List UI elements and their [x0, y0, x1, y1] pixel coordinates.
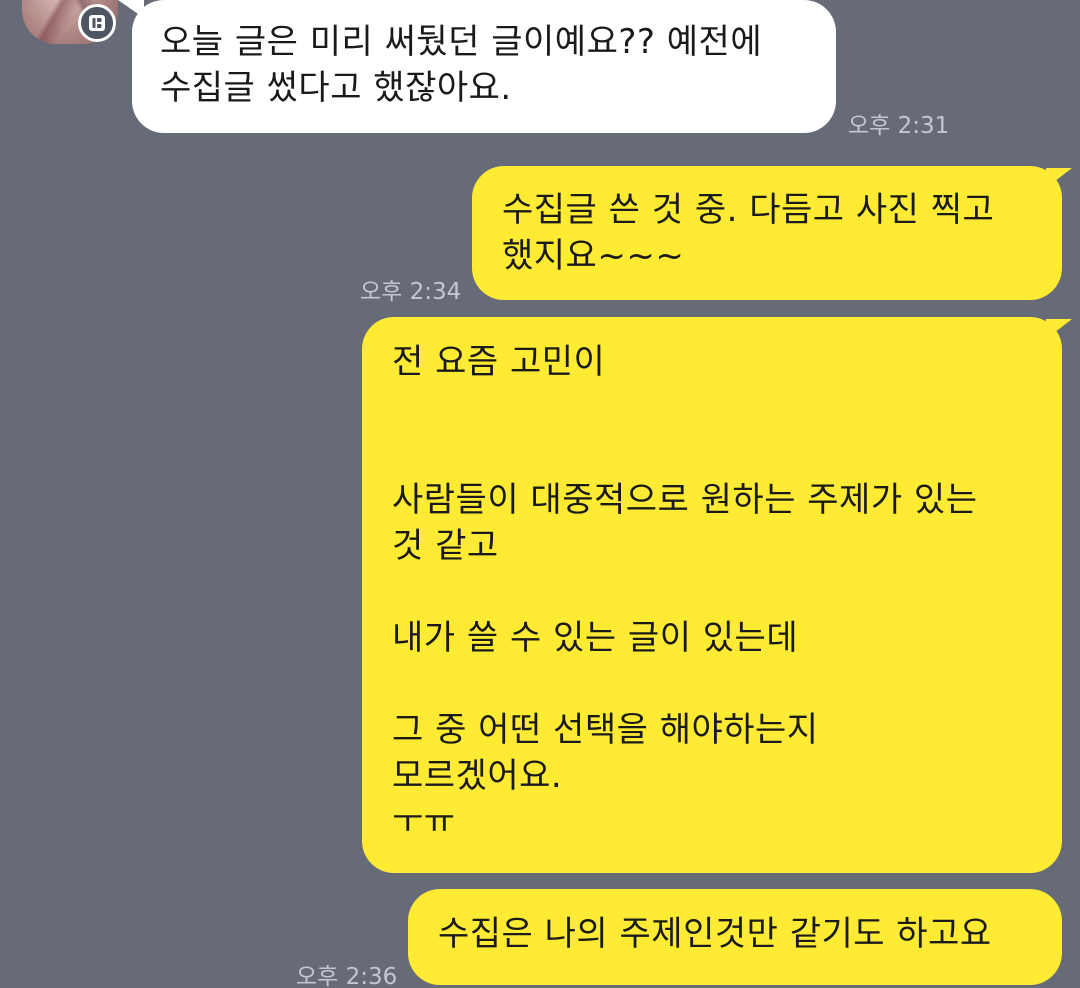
message-timestamp: 오후 2:36 — [296, 964, 398, 988]
message-timestamp: 오후 2:34 — [360, 279, 462, 305]
outgoing-message-bubble[interactable]: 수집글 쓴 것 중. 다듬고 사진 찍고 했지요~~~ — [472, 166, 1062, 300]
outgoing-message-bubble[interactable]: 전 요즘 고민이 사람들이 대중적으로 원하는 주제가 있는 것 같고 내가 쓸… — [362, 317, 1062, 873]
incoming-message-bubble[interactable]: 오늘 글은 미리 써뒀던 글이예요?? 예전에 수집글 썼다고 했잖아요. — [132, 0, 836, 133]
outgoing-message-bubble[interactable]: 수집은 나의 주제인것만 같기도 하고요 — [408, 889, 1062, 985]
message-timestamp: 오후 2:31 — [848, 113, 950, 139]
channel-badge-icon — [78, 4, 116, 42]
chat-screen: 오늘 글은 미리 써뒀던 글이예요?? 예전에 수집글 썼다고 했잖아요. 오후… — [0, 0, 1080, 988]
